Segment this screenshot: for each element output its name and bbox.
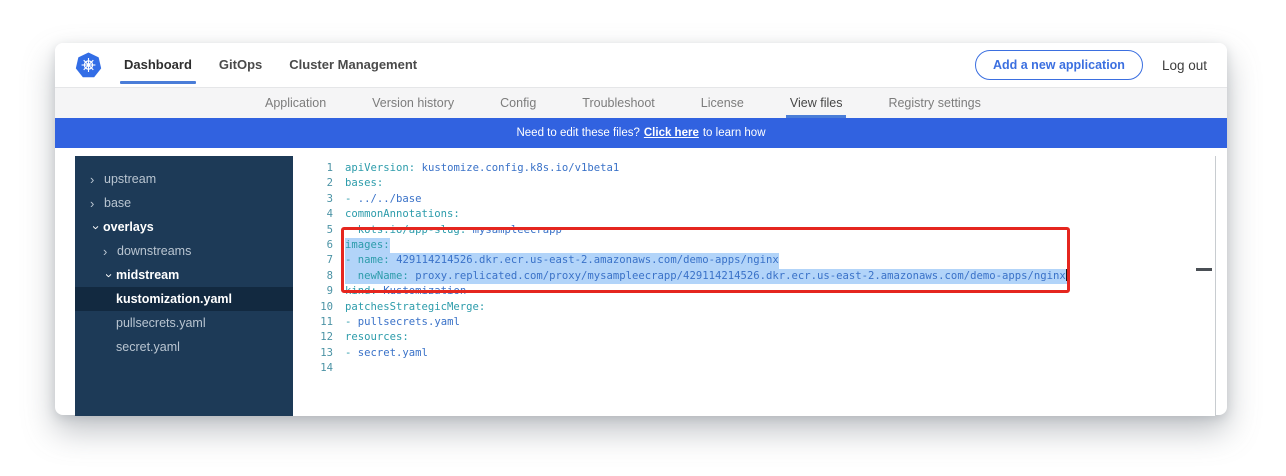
chevron-right-icon: ›: [90, 172, 104, 187]
top-navbar: Dashboard GitOps Cluster Management Add a …: [55, 43, 1227, 88]
banner-text-after: to learn how: [703, 127, 766, 139]
code-line-8[interactable]: 8 newName: proxy.replicated.com/proxy/my…: [293, 269, 1215, 284]
main-nav: Dashboard GitOps Cluster Management: [124, 43, 444, 87]
line-number: 10: [293, 300, 345, 315]
code-line-6[interactable]: 6images:: [293, 238, 1215, 253]
line-number: 2: [293, 176, 345, 191]
tree-folder-midstream[interactable]: ›midstream: [75, 263, 293, 287]
line-number: 3: [293, 192, 345, 207]
line-number: 11: [293, 315, 345, 330]
code-line-3[interactable]: 3- ../../base: [293, 192, 1215, 207]
line-number: 1: [293, 161, 345, 176]
chevron-down-icon: ›: [89, 221, 104, 234]
banner-text-before: Need to edit these files?: [516, 127, 639, 139]
tab-registry-settings[interactable]: Registry settings: [888, 88, 980, 118]
tree-item-label: upstream: [104, 172, 156, 186]
code-line-7[interactable]: 7- name: 429114214526.dkr.ecr.us-east-2.…: [293, 253, 1215, 268]
code-editor[interactable]: 1apiVersion: kustomize.config.k8s.io/v1b…: [293, 156, 1216, 416]
chevron-down-icon: ›: [102, 269, 117, 282]
edit-files-banner: Need to edit these files? Click here to …: [55, 118, 1227, 148]
tree-folder-upstream[interactable]: ›upstream: [75, 167, 293, 191]
line-content: - name: 429114214526.dkr.ecr.us-east-2.a…: [345, 253, 779, 268]
tree-item-label: downstreams: [117, 244, 191, 258]
admin-console-window: Dashboard GitOps Cluster Management Add a …: [55, 43, 1227, 415]
line-content: kind: Kustomization: [345, 284, 466, 299]
line-content: apiVersion: kustomize.config.k8s.io/v1be…: [345, 161, 619, 176]
line-content: bases:: [345, 176, 383, 191]
banner-click-here-link[interactable]: Click here: [644, 127, 699, 139]
code-line-10[interactable]: 10patchesStrategicMerge:: [293, 300, 1215, 315]
view-files-content: ›upstream›base›overlays›downstreams›mids…: [55, 148, 1227, 416]
tab-version-history[interactable]: Version history: [372, 88, 454, 118]
line-content: kots.io/app-slug: mysampleecrapp: [345, 223, 562, 238]
code-line-1[interactable]: 1apiVersion: kustomize.config.k8s.io/v1b…: [293, 161, 1215, 176]
file-item-pullsecrets-yaml[interactable]: pullsecrets.yaml: [75, 311, 293, 335]
line-content: resources:: [345, 330, 409, 345]
tab-troubleshoot[interactable]: Troubleshoot: [582, 88, 655, 118]
kubernetes-logo-icon: [75, 52, 102, 79]
tree-folder-downstreams[interactable]: ›downstreams: [75, 239, 293, 263]
tree-item-label: base: [104, 196, 131, 210]
tree-item-label: pullsecrets.yaml: [116, 316, 206, 330]
nav-item-cluster-management[interactable]: Cluster Management: [289, 43, 417, 87]
line-content: commonAnnotations:: [345, 207, 460, 222]
line-number: 5: [293, 223, 345, 238]
code-line-5[interactable]: 5 kots.io/app-slug: mysampleecrapp: [293, 223, 1215, 238]
file-item-secret-yaml[interactable]: secret.yaml: [75, 335, 293, 359]
line-number: 9: [293, 284, 345, 299]
text-cursor: [1066, 269, 1068, 281]
line-number: 13: [293, 346, 345, 361]
line-number: 6: [293, 238, 345, 253]
tree-item-label: midstream: [116, 268, 179, 282]
code-line-12[interactable]: 12resources:: [293, 330, 1215, 345]
app-tabbar: Application Version history Config Troubles…: [55, 88, 1227, 118]
chevron-right-icon: ›: [90, 196, 104, 211]
tree-folder-base[interactable]: ›base: [75, 191, 293, 215]
tab-config[interactable]: Config: [500, 88, 536, 118]
line-content: - pullsecrets.yaml: [345, 315, 460, 330]
code-line-13[interactable]: 13- secret.yaml: [293, 346, 1215, 361]
line-content: - ../../base: [345, 192, 422, 207]
line-content: - secret.yaml: [345, 346, 428, 361]
line-content: images:: [345, 238, 390, 253]
code-line-4[interactable]: 4commonAnnotations:: [293, 207, 1215, 222]
line-number: 12: [293, 330, 345, 345]
code-line-11[interactable]: 11- pullsecrets.yaml: [293, 315, 1215, 330]
chevron-right-icon: ›: [103, 244, 117, 259]
code-line-2[interactable]: 2bases:: [293, 176, 1215, 191]
tab-view-files[interactable]: View files: [790, 88, 843, 118]
line-content: patchesStrategicMerge:: [345, 300, 485, 315]
code-line-9[interactable]: 9kind: Kustomization: [293, 284, 1215, 299]
tab-license[interactable]: License: [701, 88, 744, 118]
nav-item-gitops[interactable]: GitOps: [219, 43, 262, 87]
file-item-kustomization-yaml[interactable]: kustomization.yaml: [75, 287, 293, 311]
scrollbar-thumb[interactable]: [1196, 268, 1212, 271]
line-content: newName: proxy.replicated.com/proxy/mysa…: [345, 269, 1068, 284]
tree-item-label: overlays: [103, 220, 154, 234]
nav-item-dashboard[interactable]: Dashboard: [124, 43, 192, 87]
tree-item-label: secret.yaml: [116, 340, 180, 354]
line-number: 7: [293, 253, 345, 268]
line-number: 4: [293, 207, 345, 222]
line-number: 8: [293, 269, 345, 284]
tab-application[interactable]: Application: [265, 88, 326, 118]
line-number: 14: [293, 361, 345, 376]
code-line-14[interactable]: 14: [293, 361, 1215, 376]
logout-link[interactable]: Log out: [1162, 58, 1207, 73]
tree-item-label: kustomization.yaml: [116, 292, 232, 306]
file-tree: ›upstream›base›overlays›downstreams›mids…: [75, 156, 293, 416]
add-new-application-button[interactable]: Add a new application: [975, 50, 1143, 80]
tree-folder-overlays[interactable]: ›overlays: [75, 215, 293, 239]
